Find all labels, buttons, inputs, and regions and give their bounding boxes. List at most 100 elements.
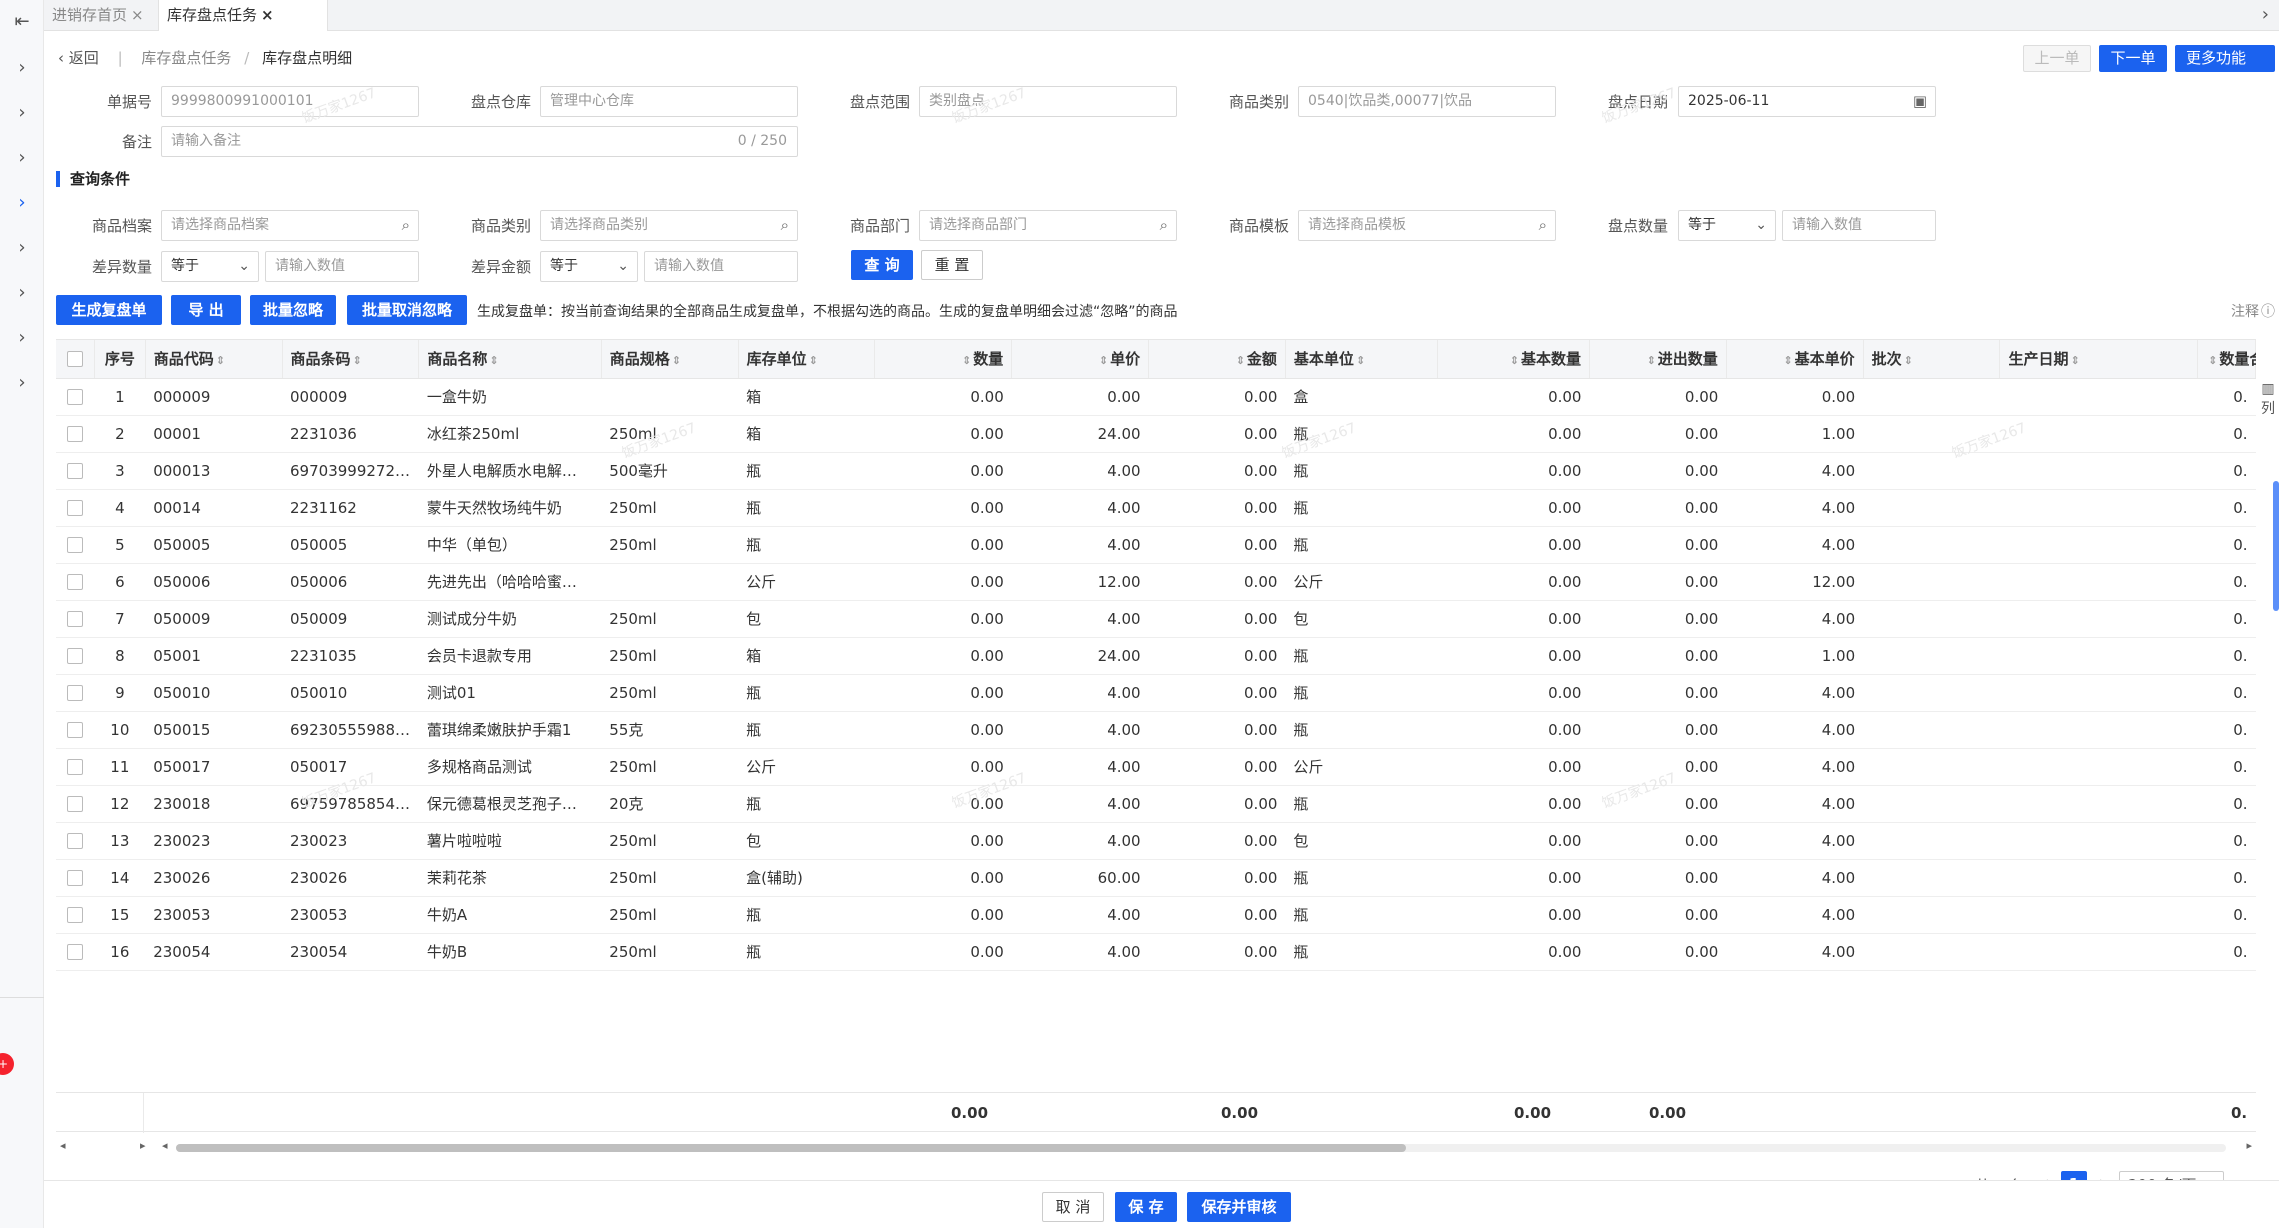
batch-ignore-button[interactable]: 批量忽略 [250,295,336,325]
table-row[interactable]: 13 230023 230023 薯片啦啦啦 250ml 包 0.00 4.00 0.00 包 0.… [56,822,2256,860]
row-checkbox[interactable] [56,674,95,712]
tab-inventory-home[interactable]: 进销存首页 × [44,0,154,31]
col-unit[interactable]: 库存单位 ⇕ [738,340,876,379]
chevron-right-icon[interactable]: › [0,281,44,305]
col-price[interactable]: ⇕ 单价 [1011,340,1150,379]
chevron-right-icon[interactable]: › [0,146,44,170]
dept-input[interactable]: 请选择商品部门 ⌕ [919,210,1177,241]
chevron-right-icon[interactable]: › [0,191,44,215]
breadcrumb-parent[interactable]: 库存盘点任务 [141,49,231,67]
table-row[interactable]: 1 000009 000009 一盒牛奶箱 0.00 0.00 0.00 盒 0.00 0.00 0… [56,378,2256,416]
table-row[interactable]: 15 230053 230053 牛奶A 250ml 瓶 0.00 4.00 0.00 瓶 0.00… [56,896,2256,934]
row-checkbox[interactable] [56,933,95,971]
back-link[interactable]: ‹ 返回 [58,49,99,67]
prev-doc-button[interactable]: 上一单 [2023,45,2091,72]
search-icon[interactable]: ⌕ [402,211,410,240]
diff-qty-op-select[interactable]: 等于 ⌄ [161,251,259,282]
remark-input[interactable]: 请输入备注 0 / 250 [161,126,798,157]
add-badge[interactable]: + [0,1053,14,1075]
export-button[interactable]: 导 出 [171,295,241,325]
col-qty[interactable]: ⇕ 数量 [874,340,1013,379]
col-count-sum[interactable]: ⇕数量合 [2197,340,2256,379]
scrollbar-thumb[interactable] [176,1144,1406,1152]
table-row[interactable]: 2 00001 2231036 冰红茶250ml 250ml 箱 0.00 24.00 0.00… [56,415,2256,453]
row-checkbox[interactable] [56,896,95,934]
search-button[interactable]: 查 询 [851,250,913,280]
search-icon[interactable]: ⌕ [781,211,789,240]
row-checkbox[interactable] [56,600,95,638]
scroll-left-icon[interactable]: ◂ [162,1139,168,1152]
note-link[interactable]: 注释 ⓘ [2231,301,2275,321]
chevron-right-icon[interactable]: › [0,236,44,260]
chevron-right-icon[interactable]: › [0,56,44,80]
row-checkbox[interactable] [56,859,95,897]
cancel-button[interactable]: 取 消 [1042,1192,1104,1222]
diff-qty-input[interactable]: 请输入数值 [265,251,419,282]
col-inout-qty[interactable]: ⇕ 进出数量 [1589,340,1727,379]
horizontal-scrollbar[interactable]: ◂ ▸ ◂ ▸ [56,1139,2256,1155]
col-spec[interactable]: 商品规格 ⇕ [601,340,739,379]
col-base-qty[interactable]: ⇕ 基本数量 [1437,340,1590,379]
row-checkbox[interactable] [56,748,95,786]
table-row[interactable]: 9 050010 050010 测试01 250ml 瓶 0.00 4.00 0.00 瓶 0.00… [56,674,2256,712]
save-button[interactable]: 保 存 [1115,1192,1177,1222]
table-row[interactable]: 16 230054 230054 牛奶B 250ml 瓶 0.00 4.00 0.00 瓶 0.00… [56,933,2256,971]
row-checkbox[interactable] [56,637,95,675]
date-field[interactable]: 2025-06-11 ▣ [1678,86,1936,117]
select-all-checkbox[interactable] [56,340,96,379]
table-row[interactable]: 7 050009 050009 测试成分牛奶 250ml 包 0.00 4.00 0.00 包 0.… [56,600,2256,638]
col-barcode[interactable]: 商品条码 ⇕ [282,340,420,379]
row-checkbox[interactable] [56,711,95,749]
row-checkbox[interactable] [56,415,95,453]
table-row[interactable]: 8 05001 2231035 会员卡退款专用 250ml 箱 0.00 24.00 0.00 瓶… [56,637,2256,675]
row-checkbox[interactable] [56,489,95,527]
scroll-right-icon[interactable]: ▸ [140,1139,146,1152]
chevron-right-icon[interactable]: › [2262,4,2269,25]
reset-button[interactable]: 重 置 [921,250,983,280]
col-base-price[interactable]: ⇕ 基本单价 [1726,340,1864,379]
col-mfg-date[interactable]: 生产日期 ⇕ [1999,340,2199,379]
row-checkbox[interactable] [56,526,95,564]
tab-stocktake-task[interactable]: 库存盘点任务 × [158,0,328,31]
row-checkbox[interactable] [56,378,95,416]
scroll-right-icon[interactable]: ▸ [2246,1139,2252,1152]
chevron-right-icon[interactable]: › [0,371,44,395]
batch-unignore-button[interactable]: 批量取消忽略 [347,295,467,325]
diff-amt-input[interactable]: 请输入数值 [644,251,798,282]
table-row[interactable]: 14 230026 230026 茉莉花茶 250ml 盒(辅助) 0.00 60.00 0.0… [56,859,2256,897]
query-category-input[interactable]: 请选择商品类别 ⌕ [540,210,798,241]
table-row[interactable]: 11 050017 050017 多规格商品测试 250ml 公斤 0.00 4.00 0.00… [56,748,2256,786]
chevron-right-icon[interactable]: › [0,326,44,350]
col-name[interactable]: 商品名称 ⇕ [418,340,602,379]
col-amount[interactable]: ⇕ 金额 [1148,340,1286,379]
row-checkbox[interactable] [56,785,95,823]
count-qty-op-select[interactable]: 等于 ⌄ [1678,210,1776,241]
next-doc-button[interactable]: 下一单 [2099,45,2167,72]
column-settings[interactable]: ▥ 列 [2257,379,2279,419]
row-checkbox[interactable] [56,452,95,490]
col-base-unit[interactable]: 基本单位 ⇕ [1285,340,1438,379]
row-checkbox[interactable] [56,822,95,860]
table-row[interactable]: 3 000013 6970399927247 外星人电解质水电解… 500毫升瓶 0.00… [56,452,2256,490]
close-icon[interactable]: × [131,6,144,24]
template-input[interactable]: 请选择商品模板 ⌕ [1298,210,1556,241]
diff-amt-op-select[interactable]: 等于 ⌄ [540,251,638,282]
generate-recount-button[interactable]: 生成复盘单 [56,295,162,325]
chevron-right-icon[interactable]: › [0,101,44,125]
search-icon[interactable]: ⌕ [1160,211,1168,240]
table-row[interactable]: 12 230018 6975978585474 保元德葛根灵芝孢子… 20克瓶 0.00 4… [56,785,2256,823]
table-row[interactable]: 5 050005 050005 中华（单包） 250ml 瓶 0.00 4.00 0.00 瓶 0.… [56,526,2256,564]
scroll-left-icon[interactable]: ◂ [60,1139,66,1152]
collapse-left-icon[interactable]: ⇤ [0,10,44,34]
count-qty-input[interactable]: 请输入数值 [1782,210,1936,241]
more-functions-button[interactable]: 更多功能 ⌄ [2175,45,2275,92]
table-row[interactable]: 6 050006 050006 先进先出（哈哈哈蜜… 公斤 0.00 12.00 0.00 公斤… [56,563,2256,601]
col-batch[interactable]: 批次 ⇕ [1863,340,2001,379]
row-checkbox[interactable] [56,563,95,601]
search-icon[interactable]: ⌕ [1539,211,1547,240]
save-audit-button[interactable]: 保存并审核 [1187,1192,1291,1222]
table-row[interactable]: 10 050015 6923055598817 蕾琪绵柔嫩肤护手霜1 55克瓶 0.00 4… [56,711,2256,749]
vertical-scrollbar[interactable] [2273,481,2279,611]
col-code[interactable]: 商品代码 ⇕ [145,340,283,379]
table-row[interactable]: 4 00014 2231162 蒙牛天然牧场纯牛奶 250ml 瓶 0.00 4.00 0.00… [56,489,2256,527]
